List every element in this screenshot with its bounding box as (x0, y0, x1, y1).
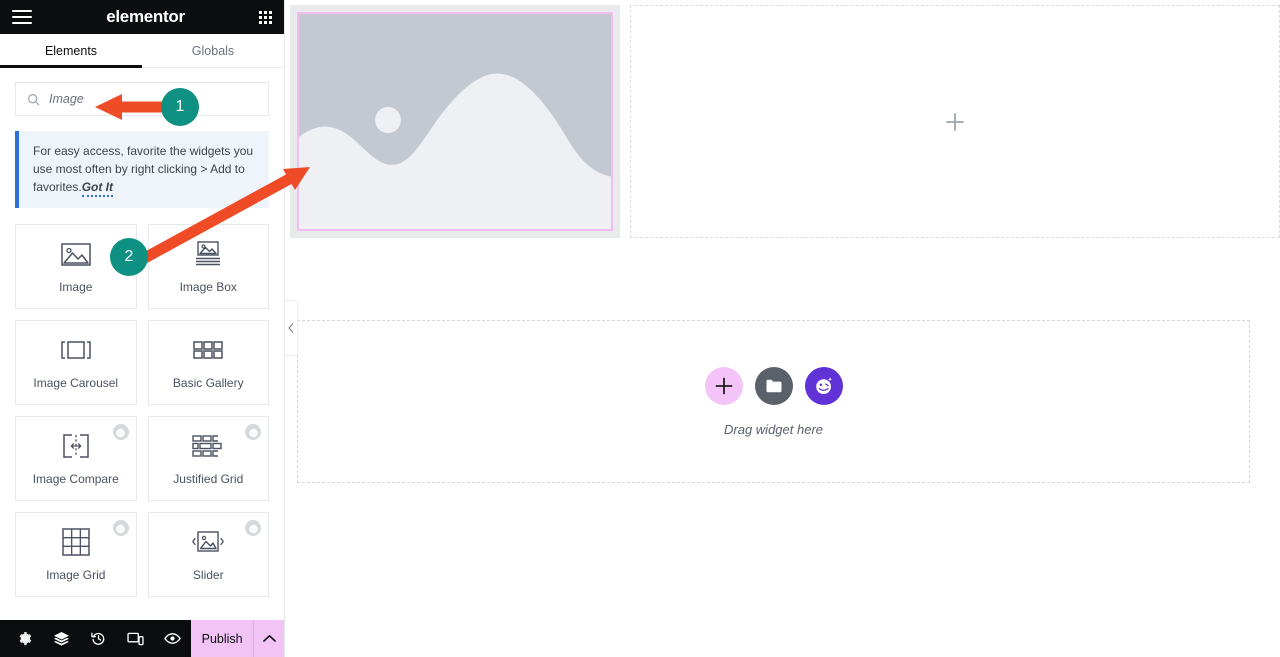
pro-badge-icon (245, 520, 261, 536)
search-box[interactable] (15, 82, 269, 116)
favorites-notice-section: For easy access, favorite the widgets yo… (0, 116, 284, 208)
apps-grid-icon[interactable] (259, 10, 272, 24)
preview-eye-icon[interactable] (154, 620, 191, 657)
ai-assistant-button[interactable] (804, 366, 843, 405)
annotation-badge-2: 2 (110, 238, 148, 276)
image-hills (299, 73, 611, 229)
drop-area-buttons (704, 366, 843, 405)
folder-icon (766, 379, 781, 392)
panel-collapse-handle[interactable] (285, 300, 298, 356)
panel-header: elementor (0, 0, 284, 34)
widget-image-grid[interactable]: Image Grid (15, 512, 137, 597)
image-grid-icon (62, 527, 90, 557)
widget-label: Justified Grid (173, 472, 244, 486)
drop-widget-area[interactable]: Drag widget here (297, 320, 1250, 483)
image-compare-icon (63, 431, 89, 461)
widget-image-carousel[interactable]: Image Carousel (15, 320, 137, 405)
widget-label: Image Carousel (33, 376, 119, 390)
widget-label: Basic Gallery (172, 376, 244, 390)
justified-grid-icon (192, 431, 224, 461)
pro-badge-icon (112, 520, 129, 536)
publish-button[interactable]: Publish (191, 620, 254, 657)
footer-icon-group (0, 620, 191, 657)
chevron-left-icon (288, 323, 294, 333)
panel-footer: Publish (0, 620, 284, 657)
widget-justified-grid[interactable]: Justified Grid (147, 416, 269, 501)
widget-slider[interactable]: Slider (147, 512, 269, 597)
favorites-notice-text: For easy access, favorite the widgets yo… (33, 144, 254, 194)
search-icon (28, 93, 40, 105)
image-carousel-icon (60, 335, 92, 365)
image-placeholder-frame (297, 12, 613, 231)
open-folder-button[interactable] (754, 366, 793, 405)
responsive-mode-icon[interactable] (117, 620, 154, 657)
widget-label: Image Compare (32, 472, 119, 486)
elementor-logo: elementor (106, 7, 185, 26)
pro-badge-icon (245, 424, 261, 440)
history-icon[interactable] (80, 620, 117, 657)
image-box-icon (194, 239, 222, 269)
search-section (0, 68, 284, 116)
navigator-layers-icon[interactable] (43, 620, 80, 657)
add-element-button[interactable] (704, 366, 743, 405)
drop-area-label: Drag widget here (724, 421, 823, 437)
widget-label: Slider (192, 568, 224, 582)
widget-label: Image Grid (46, 568, 106, 582)
plus-icon[interactable] (945, 112, 965, 132)
elementor-editor: elementor Elements Globals For easy acce… (0, 0, 1280, 657)
empty-column[interactable] (630, 5, 1280, 238)
ai-face-icon (815, 376, 832, 394)
image-icon (61, 239, 91, 269)
search-input[interactable] (49, 92, 257, 106)
widget-label: Image (59, 280, 93, 294)
settings-gear-icon[interactable] (6, 620, 43, 657)
widget-basic-gallery[interactable]: Basic Gallery (147, 320, 269, 405)
hamburger-icon[interactable] (12, 10, 32, 24)
favorites-notice: For easy access, favorite the widgets yo… (15, 131, 269, 208)
widget-image-box[interactable]: Image Box (147, 224, 269, 309)
panel-tabs: Elements Globals (0, 34, 284, 68)
slider-icon (191, 527, 225, 557)
editor-canvas: Drag widget here (285, 0, 1280, 657)
annotation-badge-1: 1 (161, 88, 199, 126)
basic-gallery-icon (193, 335, 223, 365)
tab-elements[interactable]: Elements (0, 34, 142, 68)
canvas-top-row (285, 0, 1280, 240)
widget-image-compare[interactable]: Image Compare (15, 416, 137, 501)
image-placeholder[interactable] (290, 5, 620, 238)
editor-panel: elementor Elements Globals For easy acce… (0, 0, 285, 657)
widget-list: Image Image Box Image Carousel Basic Gal… (0, 224, 284, 620)
plus-icon (715, 377, 732, 394)
tab-globals[interactable]: Globals (142, 34, 284, 67)
widget-label: Image Box (179, 280, 237, 294)
got-it-link[interactable]: Got It (81, 180, 114, 197)
chevron-up-icon[interactable] (253, 620, 284, 657)
pro-badge-icon (112, 424, 129, 440)
